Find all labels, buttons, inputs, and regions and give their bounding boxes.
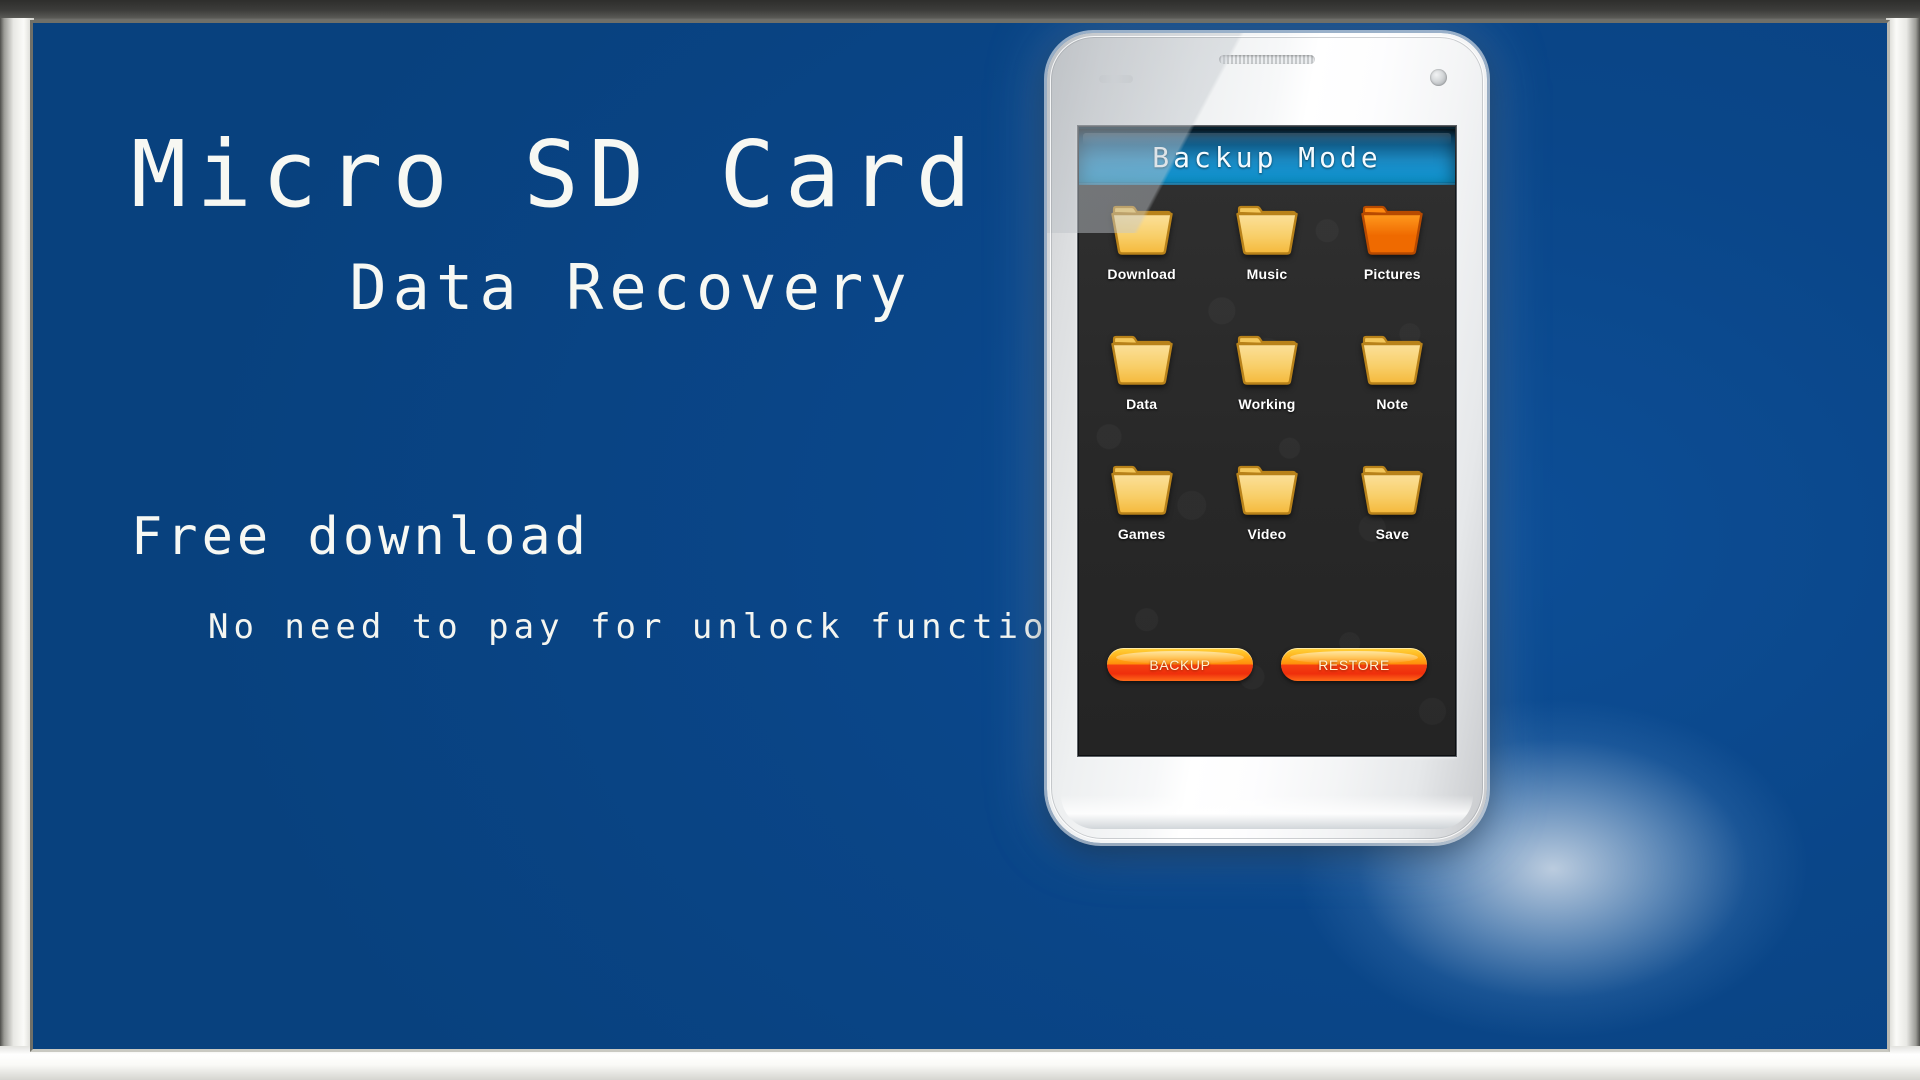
- phone-bottom-sheen: [1061, 795, 1473, 829]
- folder-item-video[interactable]: Video: [1204, 463, 1329, 581]
- folder-label: Music: [1246, 266, 1288, 282]
- folder-label: Data: [1126, 396, 1158, 412]
- frame-edge-left: [0, 18, 34, 1080]
- backup-button[interactable]: BACKUP: [1107, 648, 1253, 681]
- app-titlebar: Backup Mode: [1079, 127, 1455, 185]
- folder-icon: [1360, 463, 1424, 517]
- folder-icon: [1360, 203, 1424, 257]
- folder-label: Pictures: [1363, 266, 1421, 282]
- page-subtitle: Data Recovery: [349, 251, 913, 324]
- headline-free-download: Free download: [131, 507, 590, 567]
- proximity-sensor-icon: [1099, 75, 1133, 83]
- folder-item-note[interactable]: Note: [1330, 333, 1455, 451]
- page-title: Micro SD Card: [131, 121, 982, 228]
- folder-label: Download: [1107, 266, 1176, 282]
- folder-item-pictures[interactable]: Pictures: [1330, 203, 1455, 321]
- frame-edge-bottom: [0, 1046, 1920, 1080]
- folder-item-working[interactable]: Working: [1204, 333, 1329, 451]
- folder-label: Save: [1375, 526, 1410, 542]
- folder-icon: [1110, 203, 1174, 257]
- folder-item-download[interactable]: Download: [1079, 203, 1204, 321]
- folder-label: Working: [1238, 396, 1296, 412]
- folder-label: Video: [1247, 526, 1287, 542]
- folder-icon: [1110, 333, 1174, 387]
- action-button-row: BACKUP RESTORE: [1079, 648, 1455, 681]
- poster-root: Micro SD Card Data Recovery Free downloa…: [0, 0, 1920, 1080]
- folder-item-save[interactable]: Save: [1330, 463, 1455, 581]
- folder-item-games[interactable]: Games: [1079, 463, 1204, 581]
- app-body: Download Music Pictures Data Working Not…: [1079, 185, 1455, 755]
- app-titlebar-label: Backup Mode: [1152, 140, 1382, 174]
- frame-edge-right: [1886, 18, 1920, 1080]
- folder-icon: [1110, 463, 1174, 517]
- marketing-copy: Micro SD Card Data Recovery Free downloa…: [33, 23, 1213, 1049]
- speaker-grille-icon: [1219, 55, 1315, 64]
- restore-button-label: RESTORE: [1318, 656, 1390, 673]
- phone-screen: Backup Mode Download Music Pictures Data…: [1079, 127, 1455, 755]
- folder-grid: Download Music Pictures Data Working Not…: [1079, 203, 1455, 581]
- folder-item-data[interactable]: Data: [1079, 333, 1204, 451]
- subline-no-payment: No need to pay for unlock function: [208, 607, 1074, 647]
- folder-icon: [1235, 463, 1299, 517]
- folder-item-music[interactable]: Music: [1204, 203, 1329, 321]
- folder-icon: [1235, 203, 1299, 257]
- folder-label: Note: [1376, 396, 1409, 412]
- folder-label: Games: [1117, 526, 1166, 542]
- folder-icon: [1360, 333, 1424, 387]
- poster-canvas: Micro SD Card Data Recovery Free downloa…: [33, 23, 1887, 1049]
- backup-button-label: BACKUP: [1149, 656, 1211, 673]
- front-camera-icon: [1430, 69, 1447, 86]
- restore-button[interactable]: RESTORE: [1281, 648, 1427, 681]
- phone-mockup: Backup Mode Download Music Pictures Data…: [1047, 33, 1487, 843]
- folder-icon: [1235, 333, 1299, 387]
- frame-edge-top: [0, 0, 1920, 22]
- phone-screen-bezel: Backup Mode Download Music Pictures Data…: [1077, 125, 1457, 757]
